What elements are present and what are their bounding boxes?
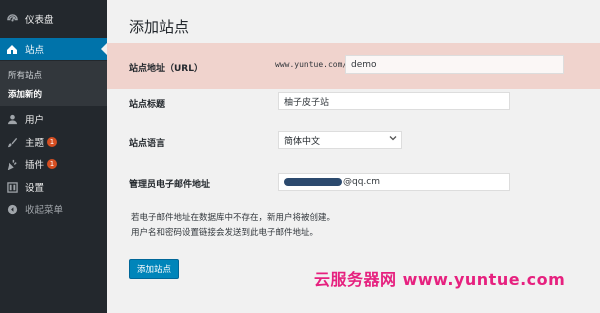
redacted-email-blur (284, 178, 342, 186)
add-site-button[interactable]: 添加站点 (129, 259, 179, 279)
site-language-select[interactable]: 简体中文 (278, 131, 402, 149)
submenu-all-sites[interactable]: 所有站点 (8, 69, 42, 81)
menu-settings-label: 设置 (25, 183, 45, 194)
menu-dashboard-label: 仪表盘 (25, 15, 54, 26)
menu-collapse-label: 收起菜单 (25, 205, 64, 216)
menu-plugins-label: 插件 (25, 160, 45, 171)
menu-users-label: 用户 (25, 115, 45, 126)
site-address-input[interactable]: demo (345, 55, 564, 74)
menu-themes-label: 主题 (25, 138, 45, 149)
menu-settings[interactable]: 设置 (0, 176, 107, 198)
submenu-add-new[interactable]: 添加新的 (8, 88, 42, 100)
page-title: 添加站点 (129, 18, 190, 36)
settings-icon (6, 181, 18, 193)
email-note-line-1: 若电子邮件地址在数据库中不存在，新用户将被创建。 (131, 213, 336, 223)
admin-email-label: 管理员电子邮件地址 (129, 180, 211, 190)
admin-email-suffix: @qq.cm (343, 177, 381, 187)
admin-email-input[interactable]: @qq.cm (278, 173, 510, 191)
email-note-line-2: 用户名和密码设置链接会发送到此电子邮件地址。 (131, 228, 319, 238)
main-content: 添加站点 站点地址（URL） www.yuntue.com/ demo 站点标题… (107, 0, 600, 313)
sites-icon (6, 43, 18, 55)
watermark: 云服务器网 www.yuntue.com (314, 270, 566, 289)
plugin-icon (6, 158, 18, 170)
site-language-value: 简体中文 (284, 136, 321, 147)
menu-plugins[interactable]: 插件 1 (0, 153, 107, 175)
menu-users[interactable]: 用户 (0, 108, 107, 130)
themes-update-badge: 1 (47, 137, 58, 147)
admin-sidebar: 仪表盘 站点 所有站点 添加新的 用户 主题 1 插件 1 设置 收起菜单 (0, 0, 107, 313)
url-prefix: www.yuntue.com/ (275, 60, 348, 69)
site-title-input[interactable]: 柚子皮子站 (278, 92, 510, 110)
menu-collapse[interactable]: 收起菜单 (0, 198, 107, 220)
collapse-icon (6, 203, 18, 215)
site-language-label: 站点语言 (129, 139, 166, 149)
chevron-down-icon (389, 134, 397, 145)
site-address-label: 站点地址（URL） (129, 64, 203, 74)
user-icon (6, 113, 18, 125)
menu-dashboard[interactable]: 仪表盘 (0, 8, 107, 30)
menu-themes[interactable]: 主题 1 (0, 131, 107, 153)
brush-icon (6, 136, 18, 148)
dashboard-icon (6, 13, 18, 25)
menu-sites-label: 站点 (25, 45, 45, 56)
sites-submenu: 所有站点 添加新的 (0, 61, 107, 106)
menu-sites[interactable]: 站点 (0, 38, 107, 60)
plugins-update-badge: 1 (47, 159, 58, 169)
site-title-label: 站点标题 (129, 100, 166, 110)
